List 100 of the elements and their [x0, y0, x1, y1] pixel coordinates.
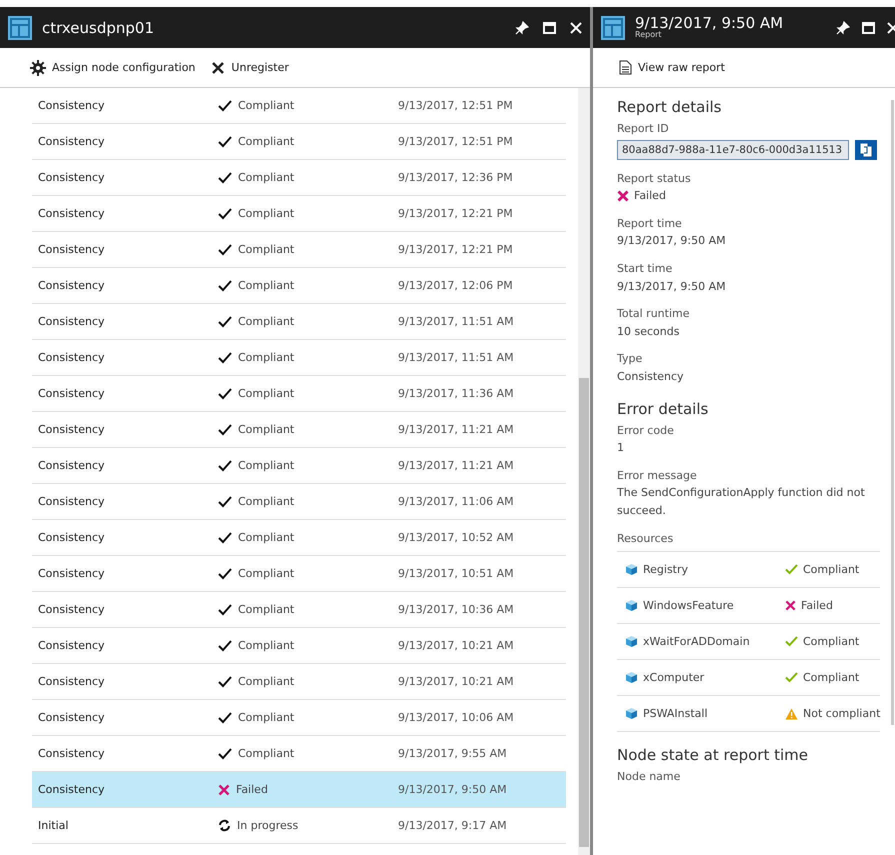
check-icon — [218, 244, 232, 256]
table-cell: 9/13/2017, 10:36 AM — [398, 603, 514, 616]
table-cell-text: Consistency — [38, 747, 106, 760]
check-icon — [218, 568, 232, 580]
table-cell: 9/13/2017, 9:50 AM — [398, 783, 507, 796]
table-cell: Compliant — [218, 351, 398, 364]
scrollbar[interactable] — [578, 88, 590, 855]
report-row[interactable]: Consistency Compliant 9/13/2017, 10:21 AM — [32, 628, 566, 664]
report-row[interactable]: Consistency Compliant 9/13/2017, 11:21 AM — [32, 412, 566, 448]
table-cell-text: Consistency — [38, 567, 106, 580]
table-cell-text: Consistency — [38, 711, 106, 724]
resource-row[interactable]: xComputer Compliant — [617, 660, 880, 696]
status-value: Failed — [617, 187, 886, 205]
refresh-icon — [218, 819, 231, 832]
report-row[interactable]: Consistency Compliant 9/13/2017, 11:21 AM — [32, 448, 566, 484]
report-row[interactable]: Consistency Compliant 9/13/2017, 10:52 AM — [32, 520, 566, 556]
table-cell: xWaitForADDomain — [625, 635, 785, 648]
table-cell: 9/13/2017, 12:21 PM — [398, 207, 513, 220]
check-icon — [218, 208, 232, 220]
table-cell: 9/13/2017, 11:51 AM — [398, 315, 514, 328]
close-icon[interactable] — [570, 22, 582, 34]
table-cell: Compliant — [218, 135, 398, 148]
toolbar-button[interactable]: Assign node configuration — [30, 58, 196, 78]
field-value: 10 seconds — [617, 324, 680, 340]
table-cell-text: Consistency — [38, 783, 106, 796]
table-cell: Compliant — [785, 563, 860, 576]
report-row[interactable]: Consistency Compliant 9/13/2017, 12:36 PM — [32, 160, 566, 196]
table-cell-text: Consistency — [38, 387, 106, 400]
report-row[interactable]: Consistency Compliant 9/13/2017, 12:51 PM — [32, 124, 566, 160]
table-cell: Compliant — [218, 315, 398, 328]
table-cell: 9/13/2017, 10:21 AM — [398, 675, 514, 688]
table-cell: Compliant — [785, 671, 860, 684]
pin-icon[interactable] — [515, 20, 529, 34]
table-cell: 9/13/2017, 11:21 AM — [398, 423, 514, 436]
report-row[interactable]: Consistency Compliant 9/13/2017, 11:51 AM — [32, 304, 566, 340]
pin-icon[interactable] — [836, 20, 850, 34]
field-label: Start time — [617, 260, 674, 277]
table-cell-text: Consistency — [38, 495, 106, 508]
report-row[interactable]: Consistency Compliant 9/13/2017, 12:21 PM — [32, 196, 566, 232]
table-cell: Not compliant — [785, 707, 880, 720]
table-cell: 9/13/2017, 12:06 PM — [398, 279, 513, 292]
resource-row[interactable]: WindowsFeature Failed — [617, 588, 880, 624]
table-cell: 9/13/2017, 10:06 AM — [398, 711, 514, 724]
table-cell: Compliant — [218, 459, 398, 472]
table-cell: 9/13/2017, 11:21 AM — [398, 459, 514, 472]
field-value: Consistency — [617, 368, 685, 385]
table-cell: Compliant — [218, 747, 398, 760]
report-row[interactable]: Consistency Compliant 9/13/2017, 12:21 PM — [32, 232, 566, 268]
close-icon[interactable] — [887, 22, 895, 34]
table-cell: 9/13/2017, 12:36 PM — [398, 171, 513, 184]
table-cell: 9/13/2017, 12:51 PM — [398, 135, 513, 148]
report-row[interactable]: Consistency Compliant 9/13/2017, 10:21 AM — [32, 664, 566, 700]
table-cell-text: Initial — [38, 819, 70, 832]
copy-button[interactable] — [855, 140, 877, 160]
blade-title: ctrxeusdpnp01 — [42, 18, 154, 36]
blade-icon — [8, 16, 32, 40]
field-label: Report ID — [617, 121, 670, 137]
report-row[interactable]: Consistency Compliant 9/13/2017, 12:51 PM — [32, 88, 566, 124]
check-icon — [785, 672, 798, 684]
resource-row[interactable]: Registry Compliant — [617, 552, 880, 588]
maximize-icon[interactable] — [543, 22, 556, 34]
table-cell: Compliant — [218, 675, 398, 688]
cube-icon — [625, 635, 638, 648]
report-id-field[interactable]: 80aa88d7-988a-11e7-80c6-000d3a11513 — [617, 140, 849, 160]
field-label: Node name — [617, 769, 682, 786]
toolbar-button[interactable]: Unregister — [211, 58, 289, 76]
report-row[interactable]: Initial In progress 9/13/2017, 9:17 AM — [32, 808, 566, 844]
toolbar-button[interactable]: View raw report — [619, 58, 725, 77]
resource-row[interactable]: PSWAInstall Not compliant — [617, 696, 880, 732]
section-heading: Error details — [617, 400, 710, 418]
table-cell: Compliant — [785, 635, 860, 648]
table-cell-text: Consistency — [38, 99, 106, 112]
table-cell-text: Consistency — [38, 207, 106, 220]
table-cell: Compliant — [218, 99, 398, 112]
field-value: 1 — [617, 440, 625, 456]
resource-row[interactable]: xWaitForADDomain Compliant — [617, 624, 880, 660]
maximize-icon[interactable] — [862, 22, 875, 34]
report-row[interactable]: Consistency Compliant 9/13/2017, 10:51 AM — [32, 556, 566, 592]
check-icon — [218, 316, 232, 328]
report-row[interactable]: Consistency Compliant 9/13/2017, 11:06 AM — [32, 484, 566, 520]
report-row[interactable]: Consistency Compliant 9/13/2017, 11:36 AM — [32, 376, 566, 412]
report-row[interactable]: Consistency Compliant 9/13/2017, 10:06 AM — [32, 700, 566, 736]
table-cell: 9/13/2017, 10:51 AM — [398, 567, 514, 580]
field-label: Report time — [617, 216, 683, 232]
cube-icon — [625, 707, 638, 720]
x-icon — [617, 190, 629, 202]
table-cell: 9/13/2017, 9:17 AM — [398, 819, 507, 832]
report-row[interactable]: Consistency Compliant 9/13/2017, 10:36 AM — [32, 592, 566, 628]
table-cell: Compliant — [218, 639, 398, 652]
report-row[interactable]: Consistency Compliant 9/13/2017, 11:51 AM — [32, 340, 566, 376]
table-cell: 9/13/2017, 12:51 PM — [398, 99, 513, 112]
report-row[interactable]: Consistency Compliant 9/13/2017, 12:06 PM — [32, 268, 566, 304]
table-cell-text: Consistency — [38, 675, 106, 688]
cube-icon — [625, 671, 638, 684]
section-heading: Node state at report time — [617, 746, 809, 764]
table-cell-text: Consistency — [38, 171, 106, 184]
table-cell-text: Consistency — [38, 135, 106, 148]
field-label: Type — [617, 351, 644, 368]
report-row[interactable]: Consistency Failed 9/13/2017, 9:50 AM — [32, 772, 566, 808]
table-cell: Failed — [218, 783, 398, 796]
